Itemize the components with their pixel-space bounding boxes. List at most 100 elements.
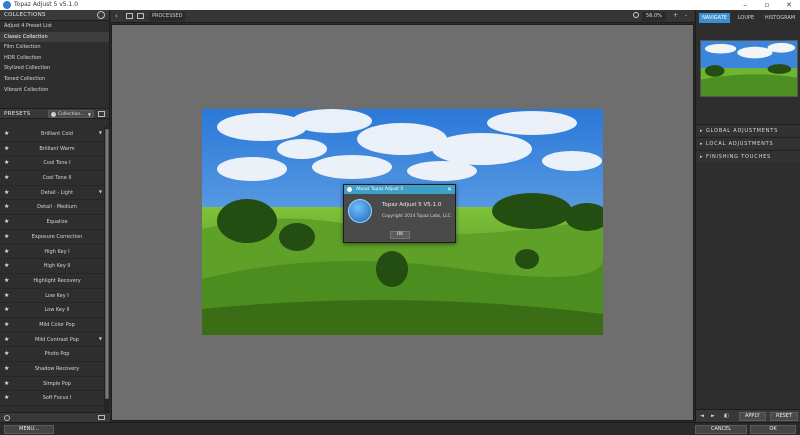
favorite-star-icon[interactable]: ★ (4, 233, 9, 240)
collection-filter-value: Collection... (58, 112, 85, 117)
collections-header: COLLECTIONS (0, 10, 109, 21)
product-version: Topaz Adjust 5 V5.1.0 (382, 202, 442, 208)
preset-item[interactable]: ★ High Key II (0, 259, 104, 274)
menu-button[interactable]: MENU... (4, 425, 54, 434)
preset-item[interactable]: ★ Shadow Recovery (0, 362, 104, 377)
redo-icon[interactable]: ► (711, 412, 715, 421)
tab-navigate[interactable]: NAVIGATE (699, 13, 730, 23)
collection-item[interactable]: Vibrant Collection (0, 85, 109, 96)
left-panel: COLLECTIONS Adjust 4 Preset List Classic … (0, 10, 110, 422)
collection-item[interactable]: Classic Collection (0, 31, 109, 43)
compare-icon[interactable]: ◧ (724, 412, 729, 421)
preset-expand-icon[interactable]: ▼ (99, 130, 102, 135)
tab-loupe[interactable]: LOUPE (732, 13, 760, 23)
zoom-icon[interactable] (633, 12, 639, 18)
preset-item[interactable]: ★ Low Key I (0, 289, 104, 304)
zoom-in-button[interactable]: + (673, 12, 678, 19)
favorite-star-icon[interactable]: ★ (4, 189, 9, 196)
undo-icon[interactable]: ◄ (700, 412, 704, 421)
favorite-star-icon[interactable]: ★ (4, 277, 9, 284)
collection-item[interactable]: Film Collection (0, 42, 109, 53)
favorite-star-icon[interactable]: ★ (4, 218, 9, 225)
navigator-thumbnail[interactable] (700, 40, 798, 97)
preset-item[interactable]: ★ Cool Tone II (0, 171, 104, 186)
dialog-app-icon (347, 187, 352, 192)
single-view-icon[interactable] (126, 13, 133, 19)
preset-expand-icon[interactable]: ▼ (99, 189, 102, 194)
preset-name: Low Key I (45, 292, 69, 299)
preset-item[interactable]: ★ Mild Color Pop (0, 318, 104, 333)
preset-item[interactable]: ★ Photo Pop (0, 347, 104, 362)
split-view-icon[interactable] (137, 13, 144, 19)
preset-item[interactable]: ★ Simple Pop (0, 377, 104, 392)
snapshot-icon[interactable] (98, 415, 105, 420)
zoom-out-button[interactable]: - (685, 12, 687, 19)
expand-arrow-icon: ▸ (700, 154, 703, 160)
collection-item[interactable]: HDR Collection (0, 53, 109, 64)
dialog-title: About Topaz Adjust 5 (356, 187, 404, 192)
preset-item[interactable]: ★ Equalize (0, 215, 104, 230)
dialog-ok-button[interactable]: OK (390, 231, 410, 239)
adjustment-section[interactable]: ▸ GLOBAL ADJUSTMENTS (696, 124, 800, 136)
preset-item[interactable]: ★ Soft Focus I (0, 391, 104, 407)
collection-item[interactable]: Toned Collection (0, 74, 109, 85)
favorite-star-icon[interactable]: ★ (4, 336, 9, 343)
preset-item[interactable]: ★ Detail - Medium (0, 200, 104, 216)
minimize-icon[interactable]: – (734, 0, 756, 10)
preset-item[interactable]: ★ Brilliant Cold ▼ (0, 127, 104, 142)
favorite-star-icon[interactable]: ★ (4, 292, 9, 299)
preset-item[interactable]: ★ Low Key II (0, 303, 104, 318)
adjustment-label: FINISHING TOUCHES (706, 154, 772, 160)
preset-name: Soft Focus I (42, 395, 72, 402)
preset-item[interactable]: ★ Highlight Recovery (0, 274, 104, 289)
settings-icon[interactable] (4, 415, 10, 421)
cancel-button[interactable]: CANCEL (695, 425, 747, 434)
preset-item[interactable]: ★ Mild Contrast Pop ▼ (0, 333, 104, 348)
favorite-star-icon[interactable]: ★ (4, 380, 9, 387)
favorite-star-icon[interactable]: ★ (4, 306, 9, 313)
tab-histogram[interactable]: HISTOGRAM (762, 13, 798, 23)
preset-item[interactable]: ★ High Key I (0, 245, 104, 260)
collection-filter-dropdown[interactable]: Collection... ▼ (48, 110, 94, 118)
chevron-down-icon: ▼ (87, 112, 91, 117)
preset-name: Cool Tone II (42, 175, 72, 182)
favorite-star-icon[interactable]: ★ (4, 350, 9, 357)
favorite-star-icon[interactable]: ★ (4, 321, 9, 328)
favorite-star-icon[interactable]: ★ (4, 145, 9, 152)
adjustment-label: GLOBAL ADJUSTMENTS (706, 128, 779, 134)
favorite-star-icon[interactable]: ★ (4, 174, 9, 181)
collections-settings-icon[interactable] (97, 11, 105, 19)
favorite-star-icon[interactable]: ★ (4, 262, 9, 269)
adjustment-section[interactable]: ▸ FINISHING TOUCHES (696, 150, 800, 162)
title-bar: Topaz Adjust 5 v5.1.0 – ▫ ✕ (0, 0, 800, 10)
dialog-close-icon[interactable]: ✕ (447, 185, 452, 194)
reset-button[interactable]: RESET (770, 412, 799, 421)
processed-view-label[interactable]: PROCESSED (149, 12, 186, 21)
zoom-level[interactable]: 56.0% (642, 12, 666, 21)
favorite-star-icon[interactable]: ★ (4, 365, 9, 372)
expand-arrow-icon: ▸ (700, 128, 703, 134)
preset-scrollbar[interactable] (104, 127, 110, 412)
favorite-star-icon[interactable]: ★ (4, 130, 9, 137)
apply-button[interactable]: APPLY (739, 412, 766, 421)
scrollbar-thumb[interactable] (105, 129, 109, 399)
grid-view-icon[interactable] (98, 111, 105, 117)
collapse-left-icon[interactable]: ‹ (115, 12, 118, 20)
favorite-star-icon[interactable]: ★ (4, 248, 9, 255)
preset-item[interactable]: ★ Brilliant Warm (0, 142, 104, 157)
collection-list: Adjust 4 Preset List Classic Collection Fi… (0, 21, 109, 108)
favorite-star-icon[interactable]: ★ (4, 394, 9, 401)
preset-item[interactable]: ★ Cool Tone I (0, 156, 104, 172)
preset-expand-icon[interactable]: ▼ (99, 336, 102, 341)
collection-item[interactable]: Adjust 4 Preset List (0, 21, 109, 32)
preset-item[interactable]: ★ Exposure Correction (0, 230, 104, 245)
ok-button[interactable]: OK (750, 425, 796, 434)
favorite-star-icon[interactable]: ★ (4, 203, 9, 210)
preset-name: Low Key II (44, 307, 70, 314)
close-icon[interactable]: ✕ (778, 0, 800, 10)
favorite-star-icon[interactable]: ★ (4, 159, 9, 166)
preset-item[interactable]: ★ Detail - Light ▼ (0, 186, 104, 201)
collection-item[interactable]: Stylized Collection (0, 63, 109, 74)
adjustment-section[interactable]: ▸ LOCAL ADJUSTMENTS (696, 137, 800, 149)
maximize-icon[interactable]: ▫ (756, 0, 778, 10)
